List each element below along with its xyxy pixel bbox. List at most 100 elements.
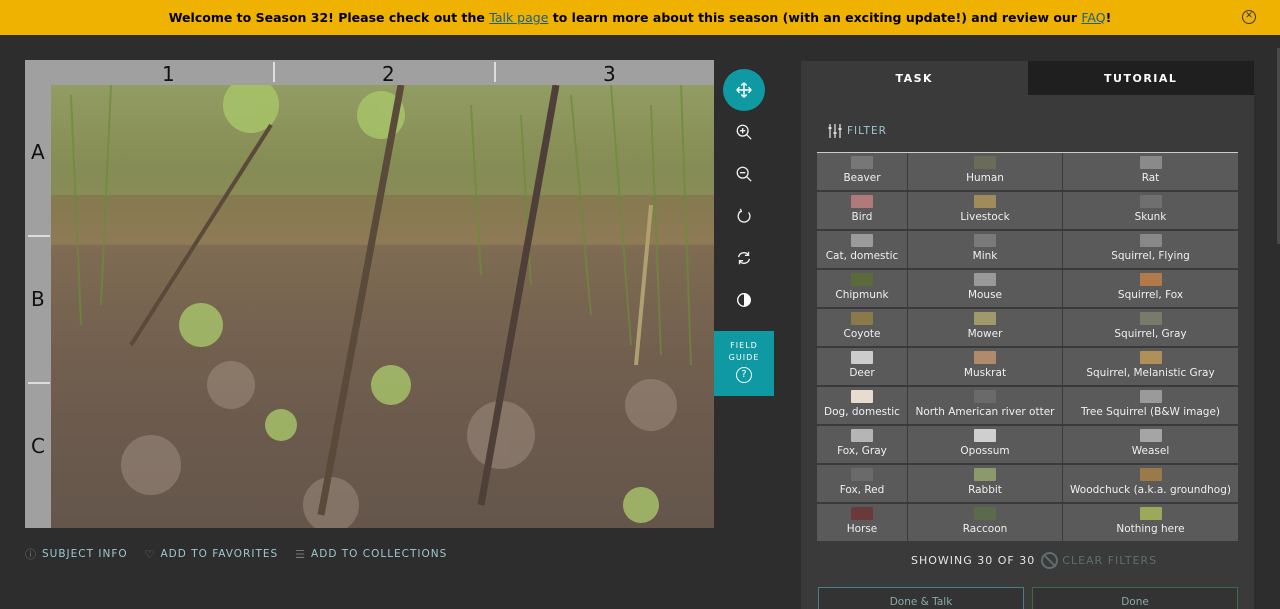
showing-count: SHOWING 30 OF 30 [911,554,1036,567]
species-thumbnail [974,156,996,169]
species-choice[interactable]: Fox, Gray [817,426,907,463]
species-choice[interactable]: Woodchuck (a.k.a. groundhog) [1063,465,1238,502]
species-thumbnail [851,507,873,520]
species-choice[interactable]: Beaver [817,153,907,190]
species-choice[interactable]: Squirrel, Gray [1063,309,1238,346]
close-icon[interactable]: ✕ [1242,10,1256,24]
species-thumbnail [851,390,873,403]
species-thumbnail [1139,273,1162,286]
species-thumbnail [974,273,996,286]
species-choice[interactable]: Human [908,153,1062,190]
banner-text-before: Welcome to Season 32! Please check out t… [168,10,485,25]
species-thumbnail [851,429,873,442]
clear-filters-icon [1041,552,1059,569]
species-choice[interactable]: Muskrat [908,348,1062,385]
species-choice[interactable]: Raccoon [908,504,1062,541]
species-label: Rabbit [968,484,1002,496]
species-choice[interactable]: Rabbit [908,465,1062,502]
tab-task[interactable]: TASK [801,61,1028,95]
grid-row-label: A [31,140,45,164]
faq-link[interactable]: FAQ [1081,10,1105,25]
zoom-in-button[interactable] [723,111,765,153]
species-choice[interactable]: Weasel [1063,426,1238,463]
done-button[interactable]: Done [1032,587,1238,609]
subject-image[interactable] [51,85,714,528]
species-choice[interactable]: Mouse [908,270,1062,307]
species-choice[interactable]: Nothing here [1063,504,1238,541]
clear-filters-label: CLEAR FILTERS [1062,554,1158,567]
species-thumbnail [974,234,996,247]
talk-page-link[interactable]: Talk page [489,10,548,25]
grid-column-divider [273,62,275,82]
subject-info-button[interactable]: ⓘ SUBJECT INFO [25,546,128,562]
reset-button[interactable] [723,237,765,279]
species-thumbnail [1139,429,1162,442]
species-choice[interactable]: Squirrel, Fox [1063,270,1238,307]
tab-tutorial[interactable]: TUTORIAL [1027,61,1254,95]
species-label: Horse [846,523,878,535]
species-choice[interactable]: Tree Squirrel (B&W image) [1063,387,1238,424]
species-choice[interactable]: Chipmunk [817,270,907,307]
heart-icon: ♡ [144,547,156,561]
species-label: North American river otter [915,406,1055,418]
species-choice[interactable]: Deer [817,348,907,385]
add-to-collections-button[interactable]: ☰ ADD TO COLLECTIONS [295,546,447,562]
species-thumbnail [974,468,996,481]
field-guide-label: FIELD [730,341,758,350]
species-choice[interactable]: North American river otter [908,387,1062,424]
species-label: Beaver [843,172,881,184]
species-label: Coyote [843,328,881,340]
grid-row-divider [28,235,50,237]
species-choice[interactable]: Fox, Red [817,465,907,502]
species-label: Dog, domestic [824,406,900,418]
species-label: Fox, Red [839,484,885,496]
move-button[interactable] [723,69,765,111]
species-choice[interactable]: Coyote [817,309,907,346]
species-label: Nothing here [1116,523,1185,535]
done-and-talk-button[interactable]: Done & Talk [818,587,1024,609]
species-choice[interactable]: Mink [908,231,1062,268]
species-thumbnail [1139,390,1162,403]
species-label: Woodchuck (a.k.a. groundhog) [1070,484,1231,496]
task-panel: TASK TUTORIAL FILTER Beaver Human Rat Bird L… [801,61,1254,609]
subject-info-label: SUBJECT INFO [42,548,128,560]
species-label: Deer [849,367,875,379]
sliders-icon [828,124,842,138]
species-choice[interactable]: Cat, domestic [817,231,907,268]
rotate-button[interactable] [723,195,765,237]
species-choice[interactable]: Livestock [908,192,1062,229]
species-label: Squirrel, Fox [1117,289,1184,301]
grid-column-label: 3 [603,62,616,86]
invert-button[interactable] [723,279,765,321]
add-to-favorites-button[interactable]: ♡ ADD TO FAVORITES [145,546,279,562]
image-toolbar: FIELD GUIDE ? [714,60,774,396]
species-grid: Beaver Human Rat Bird Livestock Skunk Cat, dom… [817,152,1238,541]
species-choice[interactable]: Opossum [908,426,1062,463]
reset-icon [737,251,751,265]
grid-column-label: 1 [162,62,175,86]
species-choice[interactable]: Dog, domestic [817,387,907,424]
species-choice[interactable]: Mower [908,309,1062,346]
species-choice[interactable]: Squirrel, Melanistic Gray [1063,348,1238,385]
species-label: Opossum [960,445,1010,457]
species-label: Weasel [1131,445,1170,457]
species-label: Mower [967,328,1003,340]
clear-filters-button[interactable]: CLEAR FILTERS [1041,552,1157,569]
species-choice[interactable]: Skunk [1063,192,1238,229]
filter-button[interactable]: FILTER [827,123,887,139]
species-label: Fox, Gray [837,445,887,457]
field-guide-button[interactable]: FIELD GUIDE ? [714,331,774,396]
species-choice[interactable]: Bird [817,192,907,229]
species-thumbnail [851,351,873,364]
zoom-out-button[interactable] [723,153,765,195]
species-choice[interactable]: Rat [1063,153,1238,190]
subject-viewer: 1 2 3 A B C [25,60,714,528]
species-thumbnail [974,507,996,520]
species-label: Tree Squirrel (B&W image) [1080,406,1221,418]
help-icon: ? [736,367,752,383]
species-choice[interactable]: Horse [817,504,907,541]
species-choice[interactable]: Squirrel, Flying [1063,231,1238,268]
species-thumbnail [974,429,996,442]
grid-row-label: B [31,287,45,311]
filter-status: SHOWING 30 OF 30 CLEAR FILTERS [911,552,1157,569]
